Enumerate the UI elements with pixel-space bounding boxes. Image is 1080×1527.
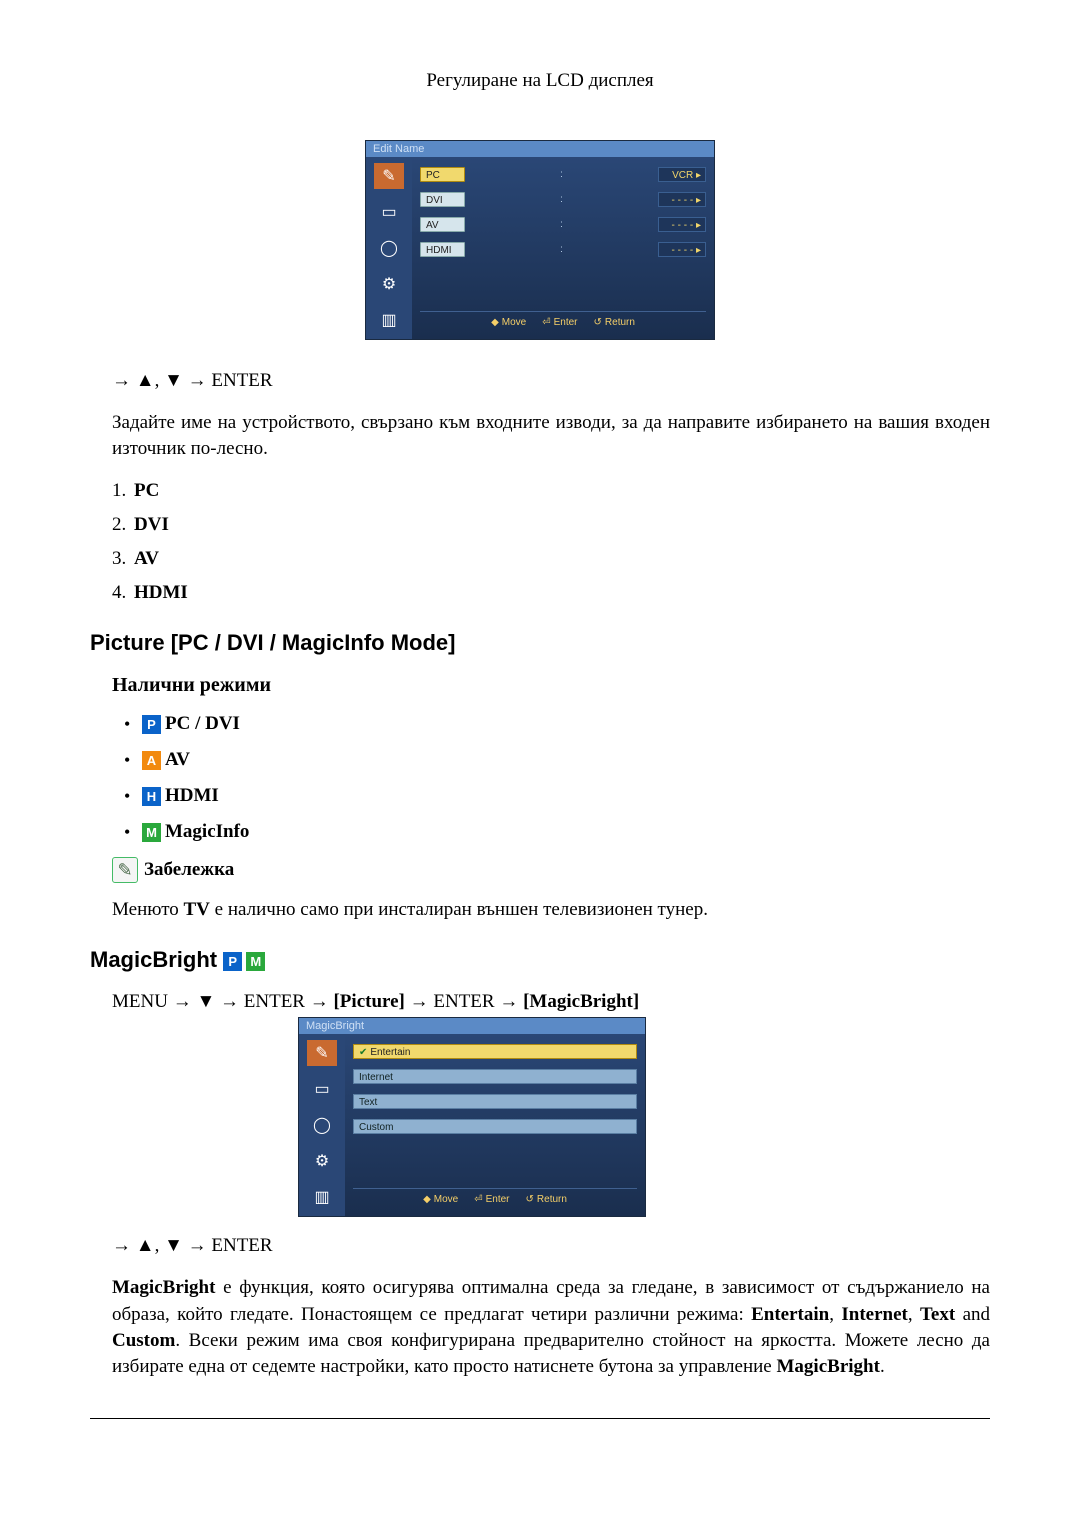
row-label: ✔Entertain bbox=[353, 1044, 637, 1059]
note-line: ✎ Забележка bbox=[112, 857, 990, 883]
note-label: Забележка bbox=[144, 859, 234, 881]
sidebar-input-icon: ▥ bbox=[307, 1184, 337, 1210]
intro-paragraph: Задайте име на устройството, свързано къ… bbox=[112, 410, 990, 462]
magicbright-paragraph: MagicBright е функция, която осигурява о… bbox=[112, 1275, 990, 1380]
tv-note-paragraph: Менюто TV е налично само при инсталиран … bbox=[112, 899, 990, 921]
osd-title: MagicBright bbox=[299, 1018, 645, 1034]
mode-item-pc-dvi: •PPC / DVI bbox=[124, 713, 990, 735]
sidebar-sound-icon: ◯ bbox=[307, 1112, 337, 1138]
nav-enter-line-2: → ▲, ▼ → ENTER bbox=[112, 1235, 990, 1257]
osd-sidebar: ✎ ▭ ◯ ⚙ ▥ bbox=[299, 1034, 345, 1216]
list-item: 2.DVI bbox=[112, 514, 990, 536]
footer-enter: ⏎ Enter bbox=[542, 317, 577, 328]
sidebar-gear-icon: ⚙ bbox=[307, 1148, 337, 1174]
row-label: Internet bbox=[353, 1069, 637, 1084]
osd-row-internet: Internet bbox=[353, 1067, 637, 1085]
row-label: DVI bbox=[420, 192, 465, 207]
sidebar-gear-icon: ⚙ bbox=[374, 271, 404, 297]
sidebar-screen-icon: ▭ bbox=[307, 1076, 337, 1102]
p-icon: P bbox=[142, 715, 161, 734]
sidebar-screen-icon: ▭ bbox=[374, 199, 404, 225]
page-header: Регулиране на LCD дисплея bbox=[90, 70, 990, 92]
sidebar-picture-icon: ✎ bbox=[307, 1040, 337, 1066]
row-label: PC bbox=[420, 167, 465, 182]
modes-list: •PPC / DVI •AAV •HHDMI •MMagicInfo bbox=[90, 713, 990, 843]
osd-sidebar: ✎ ▭ ◯ ⚙ ▥ bbox=[366, 157, 412, 339]
footer-rule bbox=[90, 1418, 990, 1419]
list-item: 1.PC bbox=[112, 480, 990, 502]
osd-row-av: AV : - - - - ▸ bbox=[420, 215, 706, 233]
list-item: 4.HDMI bbox=[112, 582, 990, 604]
footer-return: ↺ Return bbox=[526, 1194, 567, 1205]
mode-item-hdmi: •HHDMI bbox=[124, 785, 990, 807]
osd-magicbright: MagicBright ✎ ▭ ◯ ⚙ ▥ ✔Entertain Interne… bbox=[298, 1017, 646, 1217]
row-value: - - - - ▸ bbox=[658, 242, 706, 257]
heading-picture: Picture [PC / DVI / MagicInfo Mode] bbox=[90, 630, 990, 656]
osd-row-dvi: DVI : - - - - ▸ bbox=[420, 190, 706, 208]
osd-row-pc: PC : VCR ▸ bbox=[420, 165, 706, 183]
row-label: Custom bbox=[353, 1119, 637, 1134]
heading-magicbright: MagicBright PM bbox=[90, 947, 990, 973]
sidebar-picture-icon: ✎ bbox=[374, 163, 404, 189]
footer-move: ◆ Move bbox=[491, 317, 526, 328]
osd-row-entertain: ✔Entertain bbox=[353, 1042, 637, 1060]
osd-footer: ◆ Move ⏎ Enter ↺ Return bbox=[420, 311, 706, 334]
input-list: 1.PC 2.DVI 3.AV 4.HDMI bbox=[90, 480, 990, 604]
m-icon: M bbox=[142, 823, 161, 842]
footer-return: ↺ Return bbox=[594, 317, 635, 328]
osd-footer: ◆ Move ⏎ Enter ↺ Return bbox=[353, 1188, 637, 1211]
nav-enter-line: → ▲, ▼ → ENTER bbox=[112, 370, 990, 392]
row-value: - - - - ▸ bbox=[658, 217, 706, 232]
magicbright-nav-path: MENU → ▼ → ENTER → [Picture] → ENTER → [… bbox=[112, 991, 990, 1013]
mode-item-magicinfo: •MMagicInfo bbox=[124, 821, 990, 843]
osd-edit-name: Edit Name ✎ ▭ ◯ ⚙ ▥ PC : VCR ▸ DVI : - -… bbox=[365, 140, 715, 340]
heading-available-modes: Налични режими bbox=[112, 674, 990, 697]
osd-title: Edit Name bbox=[366, 141, 714, 157]
row-label: Text bbox=[353, 1094, 637, 1109]
osd-row-custom: Custom bbox=[353, 1117, 637, 1135]
row-label: HDMI bbox=[420, 242, 465, 257]
sidebar-input-icon: ▥ bbox=[374, 307, 404, 333]
a-icon: A bbox=[142, 751, 161, 770]
row-value: - - - - ▸ bbox=[658, 192, 706, 207]
m-icon: M bbox=[246, 952, 265, 971]
h-icon: H bbox=[142, 787, 161, 806]
osd-row-text: Text bbox=[353, 1092, 637, 1110]
osd-row-hdmi: HDMI : - - - - ▸ bbox=[420, 240, 706, 258]
p-icon: P bbox=[223, 952, 242, 971]
row-label: AV bbox=[420, 217, 465, 232]
note-icon: ✎ bbox=[112, 857, 138, 883]
row-value: VCR ▸ bbox=[658, 167, 706, 182]
list-item: 3.AV bbox=[112, 548, 990, 570]
mode-item-av: •AAV bbox=[124, 749, 990, 771]
footer-enter: ⏎ Enter bbox=[474, 1194, 509, 1205]
check-icon: ✔ bbox=[359, 1047, 367, 1058]
footer-move: ◆ Move bbox=[423, 1194, 458, 1205]
sidebar-sound-icon: ◯ bbox=[374, 235, 404, 261]
